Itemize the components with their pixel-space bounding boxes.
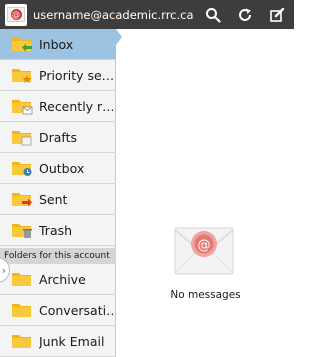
- folder-label: Archive: [39, 271, 86, 287]
- envelope-shape: @: [7, 7, 25, 22]
- action-bar: @ username@academic.rrc.ca: [0, 0, 294, 29]
- folder-icon: [11, 270, 33, 288]
- sent-folder-icon: [11, 190, 33, 208]
- at-sign-icon: @: [10, 9, 22, 20]
- recently-read-folder-icon: [11, 97, 33, 115]
- folder-label: Recently r…: [39, 98, 113, 114]
- folder-label: Outbox: [39, 160, 85, 176]
- folder-label: Junk Email: [39, 333, 105, 349]
- svg-text:@: @: [198, 238, 211, 253]
- folder-item-archive[interactable]: Archive: [0, 264, 116, 295]
- search-icon: [206, 8, 221, 23]
- compose-icon: [270, 7, 285, 22]
- folder-sidebar: Inbox Priority se… Recently r… Drafts Ou…: [0, 29, 116, 357]
- empty-mailbox-icon: @: [173, 220, 235, 278]
- folder-label: Priority se…: [39, 67, 113, 83]
- folder-item-inbox[interactable]: Inbox: [0, 29, 116, 60]
- chevron-right-icon: ›: [1, 263, 6, 277]
- folder-label: Sent: [39, 191, 68, 207]
- account-name[interactable]: username@academic.rrc.ca: [33, 8, 193, 22]
- folder-label: Drafts: [39, 129, 78, 145]
- folder-item-outbox[interactable]: Outbox: [0, 153, 116, 184]
- folder-item-sent[interactable]: Sent: [0, 184, 116, 215]
- folder-label: Trash: [39, 222, 73, 238]
- folder-item-conversation-history[interactable]: Conversati…: [0, 295, 116, 326]
- section-header-account-folders: Folders for this account: [0, 248, 116, 264]
- search-button[interactable]: [202, 4, 224, 26]
- folder-item-trash[interactable]: Trash: [0, 215, 116, 246]
- no-messages-label: No messages: [170, 289, 241, 301]
- folder-label: Inbox: [39, 36, 74, 52]
- compose-button[interactable]: [266, 4, 288, 26]
- refresh-button[interactable]: [234, 4, 256, 26]
- folder-label: Conversati…: [39, 302, 113, 318]
- outbox-folder-icon: [11, 159, 33, 177]
- refresh-icon: [239, 8, 251, 21]
- drafts-folder-icon: [11, 128, 33, 146]
- email-app-icon[interactable]: @: [5, 3, 27, 26]
- folder-item-recently-read[interactable]: Recently r…: [0, 91, 116, 122]
- folder-item-drafts[interactable]: Drafts: [0, 122, 116, 153]
- folder-item-priority-senders[interactable]: Priority se…: [0, 60, 116, 91]
- message-list-empty: @ No messages: [117, 29, 294, 357]
- folder-icon: [11, 301, 33, 319]
- inbox-folder-icon: [11, 35, 33, 53]
- priority-folder-icon: [11, 66, 33, 84]
- folder-item-junk-email[interactable]: Junk Email: [0, 326, 116, 357]
- folder-icon: [11, 332, 33, 350]
- trash-folder-icon: [11, 221, 33, 239]
